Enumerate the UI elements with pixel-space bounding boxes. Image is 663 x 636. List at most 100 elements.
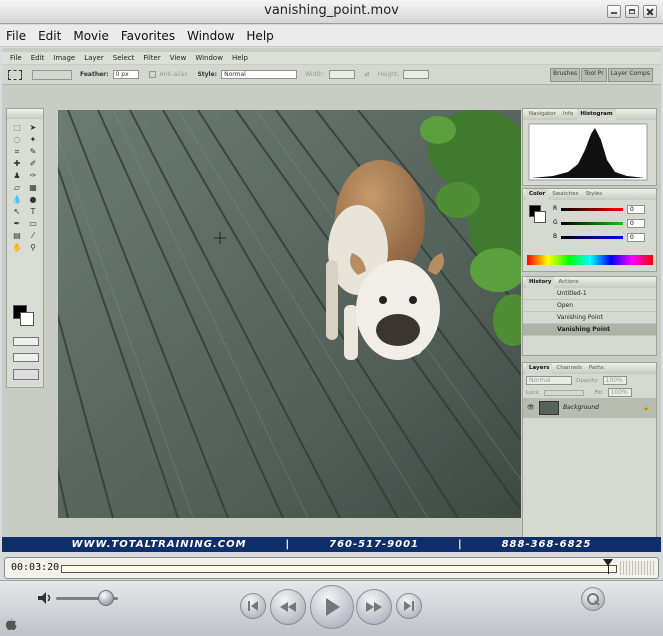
histogram-palette: Navigator Info Histogram [522, 108, 657, 186]
palette-well-tab-brushes: Brushes [550, 68, 581, 82]
ps-menu-file: File [10, 54, 22, 62]
tab-layers: Layers [526, 363, 553, 374]
antialias-label: Anti-alias [159, 71, 188, 78]
palette-well-tab-layer-comps: Layer Comps [607, 68, 653, 82]
ps-menu-edit: Edit [30, 54, 45, 62]
resize-grip[interactable] [620, 561, 654, 575]
background-color-swatch [20, 312, 34, 326]
slider-value-r: 0 [627, 205, 645, 214]
ps-menu-filter: Filter [143, 54, 161, 62]
layer-thumbnail [539, 401, 559, 415]
notes-icon: ▤ [13, 231, 21, 240]
quicktime-logo-button[interactable] [581, 587, 605, 611]
path-select-icon: ↖ [13, 207, 21, 216]
window-title: vanishing_point.mov [264, 3, 399, 18]
ps-menu-bar: File Edit Image Layer Select Filter View… [2, 52, 661, 64]
menu-help[interactable]: Help [246, 29, 273, 43]
document-canvas [58, 110, 521, 518]
ps-menu-view: View [169, 54, 187, 62]
title-bar: vanishing_point.mov [0, 0, 663, 24]
stamp-icon: ♟ [13, 171, 21, 180]
movie-frame[interactable]: File Edit Image Layer Select Filter View… [2, 48, 661, 552]
hand-icon: ✋ [12, 243, 22, 252]
lock-label: Lock: [526, 389, 541, 396]
width-label: Width: [305, 71, 325, 78]
layer-background: 👁 Background 🔒 [523, 398, 656, 418]
scrubber-track[interactable] [61, 565, 617, 573]
style-select: Normal [221, 70, 298, 79]
rewind-button[interactable] [270, 589, 306, 625]
go-to-start-button[interactable] [240, 593, 266, 619]
blur-icon: 💧 [12, 195, 22, 204]
maximize-button[interactable] [625, 5, 639, 18]
histogram-graph [528, 123, 648, 181]
toolbox-header [7, 109, 43, 119]
slider-row-r: R 0 [553, 205, 653, 215]
selection-mode-icons [32, 69, 72, 80]
slider-label-r: R [553, 205, 558, 212]
history-open: Open [523, 300, 656, 312]
bulldog-on-deck-photo [58, 110, 521, 518]
gradient-icon: ▦ [29, 183, 37, 192]
opacity-label: Opacity: [576, 377, 599, 384]
marquee-tool-icon [8, 69, 22, 80]
ps-toolbox: ⬚ ➤ ◌ ✦ ⌗ ✎ ✚ ✐ ♟ ✑ ▱ ▦ 💧 ● ↖ T ✒ ▭ ▤ ⁄ … [6, 108, 44, 388]
menu-edit[interactable]: Edit [38, 29, 61, 43]
slider-label-b: B [553, 233, 558, 240]
banner-phone-1: 760-517-9001 [329, 539, 420, 550]
slider-row-g: G 0 [553, 219, 653, 229]
apple-icon [6, 618, 17, 630]
width-field [328, 70, 355, 79]
swap-icon: ⇄ [364, 71, 370, 78]
fill-label: Fill: [594, 389, 604, 396]
palette-well-tab-tool-presets: Tool Pr [581, 68, 607, 82]
layers-palette-tabs: Layers Channels Paths [523, 363, 656, 374]
slider-value-g: 0 [627, 219, 645, 228]
menu-movie[interactable]: Movie [73, 29, 109, 43]
blend-mode-select: Normal [526, 376, 572, 385]
go-to-end-icon [404, 601, 414, 611]
histogram-palette-tabs: Navigator Info Histogram [523, 109, 656, 120]
banner-phone-2: 888-368-6825 [501, 539, 592, 550]
menu-bar: File Edit Movie Favorites Window Help [0, 25, 663, 47]
tab-info: Info [562, 111, 574, 117]
layers-top-row: Normal Opacity: 100% [523, 374, 656, 387]
banner-separator-1: | [285, 539, 291, 550]
color-bg-swatch [534, 211, 546, 223]
slider-track-b [561, 236, 623, 239]
window-controls [607, 5, 657, 18]
history-palette: History Actions Untitled-1 Open Vanishin… [522, 276, 657, 356]
close-button[interactable] [643, 5, 657, 18]
tool-grid: ⬚ ➤ ◌ ✦ ⌗ ✎ ✚ ✐ ♟ ✑ ▱ ▦ 💧 ● ↖ T ✒ ▭ ▤ ⁄ … [7, 119, 43, 256]
ps-menu-image: Image [53, 54, 76, 62]
opacity-field: 100% [602, 376, 627, 385]
feather-field: 0 px [112, 70, 139, 79]
feather-label: Feather: [80, 71, 109, 78]
layers-lock-row: Lock: Fill: 100% [523, 387, 656, 398]
type-icon: T [30, 207, 36, 216]
history-brush-icon: ✑ [29, 171, 37, 180]
slider-track-r [561, 208, 623, 211]
tab-styles: Styles [585, 191, 603, 197]
ps-menu-window: Window [195, 54, 223, 62]
dodge-icon: ● [29, 195, 37, 204]
go-to-end-button[interactable] [396, 593, 422, 619]
slice-icon: ✎ [29, 147, 37, 156]
ps-menu-layer: Layer [84, 54, 104, 62]
menu-window[interactable]: Window [187, 29, 234, 43]
ps-options-bar: Feather: 0 px Anti-alias Style: Normal W… [2, 65, 661, 85]
ps-menu-select: Select [112, 54, 135, 62]
menu-file[interactable]: File [6, 29, 26, 43]
control-bar [0, 580, 663, 636]
color-palette: Color Swatches Styles R 0 G 0 B 0 [522, 188, 657, 272]
play-icon [326, 598, 340, 616]
rewind-icon [280, 602, 296, 612]
fast-forward-button[interactable] [356, 589, 392, 625]
tab-histogram: Histogram [577, 109, 616, 120]
minimize-button[interactable] [607, 5, 621, 18]
banner-website: WWW.TOTALTRAINING.COM [71, 539, 247, 550]
menu-favorites[interactable]: Favorites [121, 29, 175, 43]
play-button[interactable] [310, 585, 354, 629]
volume-knob[interactable] [97, 590, 114, 606]
volume-icon[interactable] [36, 589, 54, 607]
